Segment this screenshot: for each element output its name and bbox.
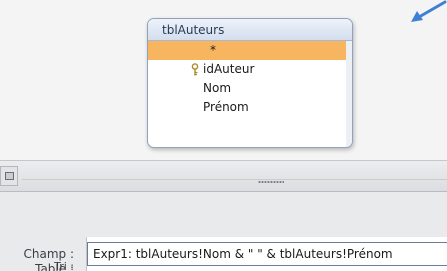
field-item-all[interactable]: * — [148, 41, 352, 60]
field-label: idAuteur — [203, 62, 255, 76]
row-label-champ: Champ : — [23, 247, 74, 261]
field-label: Prénom — [203, 100, 249, 114]
field-label: * — [210, 43, 216, 57]
splitter-grip[interactable] — [258, 180, 284, 184]
splitter-icon — [5, 172, 14, 180]
query-design-window: tblAuteurs * idAuteur Nom Prénom Champ:… — [0, 0, 447, 271]
field-item-prenom[interactable]: Prénom — [148, 98, 352, 117]
field-item-idauteur[interactable]: idAuteur — [148, 60, 352, 79]
arrow-icon — [411, 0, 447, 22]
key-icon — [191, 63, 199, 76]
table-pane: tblAuteurs * idAuteur Nom Prénom — [0, 0, 447, 160]
design-grid: Champ : Table : Expr1: tblAuteurs!Nom & … — [0, 192, 447, 271]
field-label: Nom — [203, 81, 232, 95]
table-field-list[interactable]: tblAuteurs * idAuteur Nom Prénom — [147, 18, 353, 148]
champ-field-cell[interactable]: Expr1: tblAuteurs!Nom & " " & tblAuteurs… — [87, 242, 447, 266]
field-item-nom[interactable]: Nom — [148, 79, 352, 98]
field-list-scrollbar[interactable] — [346, 41, 352, 147]
horizontal-scrollbar[interactable] — [22, 179, 447, 189]
row-label-tri: Tri : — [54, 262, 74, 271]
pane-splitter[interactable] — [0, 160, 447, 192]
splitter-button[interactable] — [0, 166, 18, 186]
table-title[interactable]: tblAuteurs — [148, 19, 352, 41]
